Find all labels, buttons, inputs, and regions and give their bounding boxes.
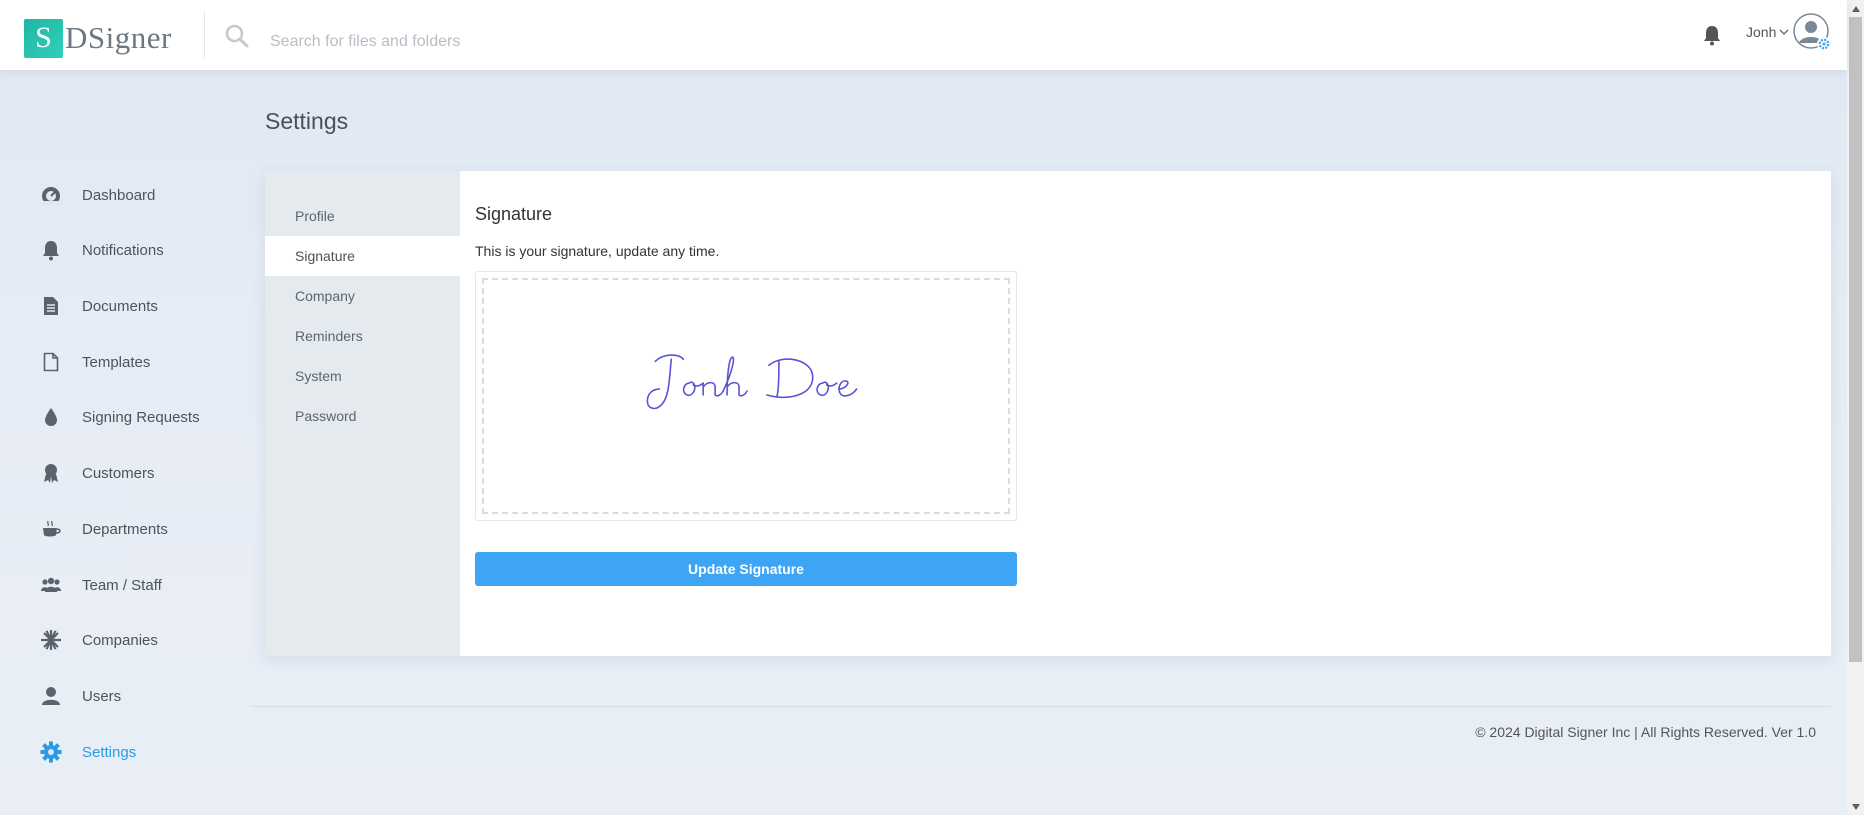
sidebar-item-label: Users xyxy=(82,687,122,705)
scroll-down-arrow-icon[interactable] xyxy=(1847,798,1864,815)
search-icon[interactable] xyxy=(224,23,250,49)
page-title: Settings xyxy=(265,108,349,134)
tab-signature[interactable]: Signature xyxy=(265,236,460,276)
sidebar-item-label: Team / Staff xyxy=(82,576,162,594)
sidebar-item-dashboard[interactable]: Dashboard xyxy=(40,180,155,210)
template-icon xyxy=(43,352,59,372)
sidebar-item-users[interactable]: Users xyxy=(40,681,121,711)
team-icon xyxy=(41,577,61,592)
user-icon xyxy=(42,687,60,705)
sidebar-item-team-staff[interactable]: Team / Staff xyxy=(40,570,162,600)
page-scrollbar[interactable] xyxy=(1847,0,1864,815)
settings-card: Profile Signature Company Reminders Syst… xyxy=(265,171,1831,656)
sidebar-item-customers[interactable]: Customers xyxy=(40,458,155,488)
divider xyxy=(204,12,205,58)
sidebar-item-label: Dashboard xyxy=(82,186,156,204)
sidebar-item-settings[interactable]: Settings xyxy=(40,737,136,767)
avatar[interactable] xyxy=(1793,13,1833,53)
tab-profile[interactable]: Profile xyxy=(265,196,460,236)
sidebar-item-label: Companies xyxy=(82,631,158,649)
tab-reminders[interactable]: Reminders xyxy=(265,316,460,356)
sidebar-item-signing-requests[interactable]: Signing Requests xyxy=(40,402,200,432)
sidebar-item-label: Signing Requests xyxy=(82,408,200,426)
signature-description: This is your signature, update any time. xyxy=(475,243,720,259)
logo-text: DSigner xyxy=(65,20,172,55)
sidebar-item-label: Settings xyxy=(82,743,137,761)
cup-icon xyxy=(43,520,61,537)
settings-tabs: Profile Signature Company Reminders Syst… xyxy=(265,171,460,656)
sidebar-item-label: Documents xyxy=(82,297,158,315)
dashboard-icon xyxy=(42,187,60,205)
sidebar-item-label: Notifications xyxy=(82,241,164,259)
scroll-up-arrow-icon[interactable] xyxy=(1847,0,1864,17)
logo-mark: S xyxy=(24,18,63,58)
tab-system[interactable]: System xyxy=(265,356,460,396)
search-input[interactable] xyxy=(268,26,872,58)
sidebar-item-companies[interactable]: Companies xyxy=(40,625,158,655)
chevron-down-icon[interactable] xyxy=(1779,27,1789,37)
scrollbar-thumb[interactable] xyxy=(1849,17,1862,662)
tab-password[interactable]: Password xyxy=(265,396,460,436)
footer-copyright: © 2024 Digital Signer Inc | All Rights R… xyxy=(1475,724,1816,740)
footer-divider xyxy=(250,706,1831,707)
tab-company[interactable]: Company xyxy=(265,276,460,316)
sidebar-item-label: Departments xyxy=(82,520,168,538)
bell-icon xyxy=(43,241,59,261)
award-icon xyxy=(44,464,58,483)
sidebar-item-label: Templates xyxy=(82,353,151,371)
sidebar-item-departments[interactable]: Departments xyxy=(40,514,168,544)
signature-title: Signature xyxy=(475,204,553,224)
sidebar-item-label: Customers xyxy=(82,464,155,482)
signature-drawing xyxy=(646,354,858,410)
update-signature-button[interactable]: Update Signature xyxy=(475,552,1017,586)
signature-pad-border xyxy=(482,278,1010,514)
document-icon xyxy=(44,297,58,315)
sidebar-item-templates[interactable]: Templates xyxy=(40,347,150,377)
asterisk-icon xyxy=(41,630,61,650)
sidebar-item-notifications[interactable]: Notifications xyxy=(40,235,164,265)
logo[interactable]: S DSigner xyxy=(24,18,172,58)
sidebar-item-documents[interactable]: Documents xyxy=(40,291,158,321)
top-bar: S DSigner Jonh xyxy=(0,0,1847,70)
drop-icon xyxy=(45,408,57,426)
signature-pad[interactable] xyxy=(475,271,1017,521)
notification-bell-icon[interactable] xyxy=(1702,24,1722,46)
gear-icon xyxy=(40,741,62,763)
user-menu-name[interactable]: Jonh xyxy=(1746,24,1776,40)
